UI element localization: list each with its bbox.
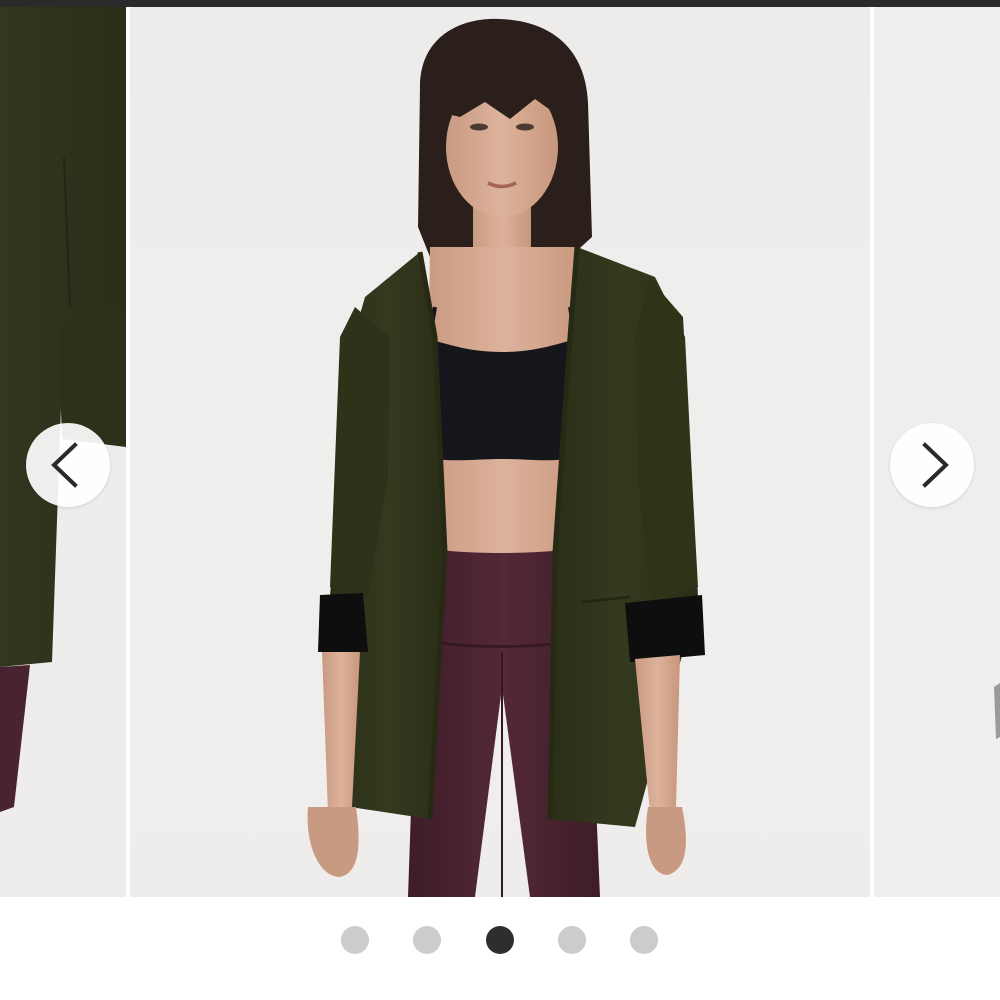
image-carousel[interactable] [0,7,1000,897]
chevron-right-icon [922,442,949,488]
previous-image-button[interactable] [26,423,110,507]
pagination-dot[interactable] [413,926,441,954]
carousel-pagination [0,897,1000,1000]
pagination-dot[interactable] [630,926,658,954]
pagination-dot[interactable] [558,926,586,954]
product-image-viewer [0,0,1000,1000]
chevron-left-icon [51,442,78,488]
pagination-dot-active[interactable] [486,926,514,954]
pagination-dot[interactable] [341,926,369,954]
top-bar [0,0,1000,7]
next-image-button[interactable] [890,423,974,507]
product-photo-front [307,18,705,897]
carousel-slide-current[interactable] [130,7,870,897]
